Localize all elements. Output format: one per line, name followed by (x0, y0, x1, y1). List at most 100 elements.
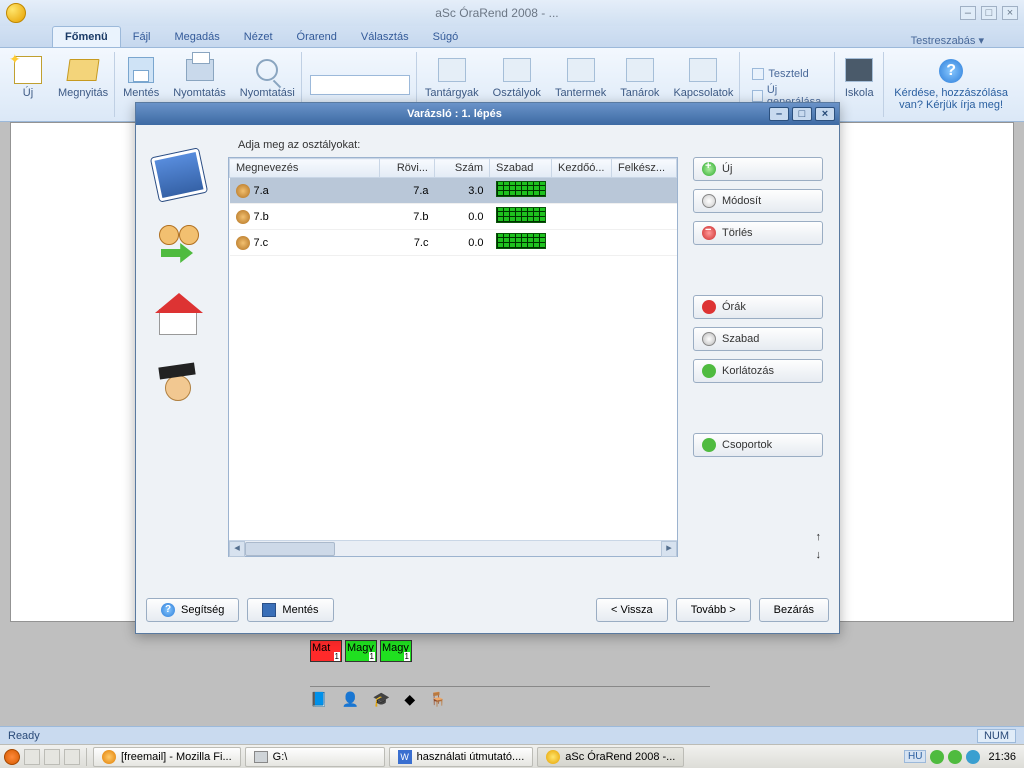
col-count[interactable]: Szám (435, 159, 490, 178)
tab-megadas[interactable]: Megadás (163, 27, 232, 47)
teachers-icon (626, 58, 654, 82)
taskbar-clock[interactable]: 21:36 (988, 751, 1016, 763)
delete-icon (702, 226, 716, 240)
add-icon (702, 162, 716, 176)
ribbon-combo-input[interactable] (310, 75, 410, 95)
ribbon-test[interactable]: Teszteld (748, 65, 812, 83)
close-dialog-button[interactable]: Bezárás (759, 598, 829, 622)
tab-sugo[interactable]: Súgó (421, 27, 471, 47)
free-grid-icon (496, 181, 546, 197)
status-bar: Ready NUM (0, 726, 1024, 744)
table-row[interactable]: 7.a 7.a 3.0 (230, 178, 677, 204)
ribbon-school[interactable]: Iskola (837, 52, 881, 117)
lesson-chip-magy-1[interactable]: Magy1 (345, 640, 377, 662)
ribbon-open[interactable]: Megnyitás (52, 52, 115, 117)
taskbar-task-asc[interactable]: aSc ÓraRend 2008 -... (537, 747, 684, 767)
col-prep[interactable]: Felkész... (612, 159, 677, 178)
modify-button[interactable]: Módosít (693, 189, 823, 213)
taskbar-task-drive[interactable]: G:\ (245, 747, 385, 767)
close-button[interactable]: × (1002, 6, 1018, 20)
lesson-strip-legend: 📘 👤 🎓 ◆ 🪑 (310, 686, 710, 708)
tab-fomenu[interactable]: Főmenü (52, 26, 121, 47)
dialog-close-button[interactable]: × (815, 107, 835, 121)
groups-button[interactable]: Csoportok (693, 433, 823, 457)
tray-icon[interactable] (930, 750, 944, 764)
lesson-chip-magy-2[interactable]: Magy1 (380, 640, 412, 662)
quicklaunch-icon[interactable] (24, 749, 40, 765)
save-button[interactable]: Mentés (247, 598, 333, 622)
legend-diamond-icon: ◆ (404, 691, 415, 708)
tab-valasztas[interactable]: Választás (349, 27, 421, 47)
ribbon-tabs: Főmenü Fájl Megadás Nézet Órarend Válasz… (0, 26, 1024, 48)
app-title: aSc ÓraRend 2008 - ... (36, 6, 958, 20)
tab-nezet[interactable]: Nézet (232, 27, 285, 47)
step-classes-icon[interactable] (155, 223, 203, 267)
table-row[interactable]: 7.b 7.b 0.0 (230, 204, 677, 230)
relations-icon (689, 58, 717, 82)
scroll-right-button[interactable]: ▸ (661, 541, 677, 557)
dialog-minimize-button[interactable]: – (769, 107, 789, 121)
status-text: Ready (8, 730, 40, 742)
word-icon: W (398, 750, 412, 764)
window-controls: – □ × (958, 6, 1018, 20)
step-subjects-icon[interactable] (151, 148, 207, 201)
step-rooms-icon[interactable] (155, 293, 203, 337)
class-icon (236, 236, 250, 250)
titlebar: aSc ÓraRend 2008 - ... – □ × (0, 0, 1024, 26)
scroll-track[interactable] (335, 541, 661, 556)
quicklaunch-icon[interactable] (44, 749, 60, 765)
lessons-button[interactable]: Órák (693, 295, 823, 319)
class-icon (236, 184, 250, 198)
tray-icon[interactable] (948, 750, 962, 764)
constraints-button[interactable]: Korlátozás (693, 359, 823, 383)
scroll-thumb[interactable] (245, 542, 335, 556)
tab-fajl[interactable]: Fájl (121, 27, 163, 47)
minimize-button[interactable]: – (960, 6, 976, 20)
help-icon: ? (939, 59, 963, 83)
delete-button[interactable]: Törlés (693, 221, 823, 245)
test-icon (752, 68, 764, 80)
print-preview-icon (256, 59, 278, 81)
lesson-chip-mat[interactable]: Mat1 (310, 640, 342, 662)
tab-orarend[interactable]: Órarend (285, 27, 349, 47)
dialog-titlebar[interactable]: Varázsló : 1. lépés – □ × (136, 103, 839, 125)
scroll-left-button[interactable]: ◂ (229, 541, 245, 557)
next-button[interactable]: Tovább > (676, 598, 751, 622)
dialog-side-buttons: Új Módosít Törlés Órák Szabad Korlátozás… (693, 157, 823, 457)
col-free[interactable]: Szabad (490, 159, 552, 178)
tray-icon[interactable] (966, 750, 980, 764)
quicklaunch-icon[interactable] (64, 749, 80, 765)
taskbar-task-word[interactable]: Whasználati útmutató.... (389, 747, 534, 767)
new-button[interactable]: Új (693, 157, 823, 181)
taskbar-task-firefox[interactable]: [freemail] - Mozilla Fi... (93, 747, 241, 767)
step-teachers-icon[interactable] (155, 363, 203, 407)
ribbon-help-panel[interactable]: ? Kérdése, hozzászólásavan? Kérjük írja … (883, 52, 1018, 117)
tab-testreszabas[interactable]: Testreszabás ▾ (911, 34, 984, 47)
help-button[interactable]: ?Segítség (146, 598, 239, 622)
move-up-button[interactable]: ↑ (816, 531, 822, 543)
os-taskbar: [freemail] - Mozilla Fi... G:\ Whasznála… (0, 744, 1024, 768)
table-row[interactable]: 7.c 7.c 0.0 (230, 230, 677, 256)
free-button[interactable]: Szabad (693, 327, 823, 351)
col-short[interactable]: Rövi... (380, 159, 435, 178)
maximize-button[interactable]: □ (981, 6, 997, 20)
classes-icon (503, 58, 531, 82)
new-file-icon (14, 56, 42, 84)
move-down-button[interactable]: ↓ (816, 549, 822, 561)
grid-hscroll[interactable]: ◂ ▸ (229, 540, 677, 556)
dialog-maximize-button[interactable]: □ (792, 107, 812, 121)
lesson-strip: Mat1 Magy1 Magy1 📘 👤 🎓 ◆ 🪑 (310, 640, 710, 704)
subjects-icon (438, 58, 466, 82)
back-button[interactable]: < Vissza (596, 598, 668, 622)
ribbon-new[interactable]: Új (6, 52, 50, 117)
col-start[interactable]: Kezdőó... (552, 159, 612, 178)
start-button[interactable] (4, 749, 20, 765)
status-numlock: NUM (977, 729, 1016, 743)
legend-person-icon: 👤 (341, 691, 358, 708)
constraint-icon (702, 364, 716, 378)
class-icon (236, 210, 250, 224)
app-orb-icon[interactable] (6, 3, 26, 23)
language-indicator[interactable]: HU (904, 750, 926, 763)
class-grid[interactable]: Megnevezés Rövi... Szám Szabad Kezdőó...… (228, 157, 678, 557)
col-name[interactable]: Megnevezés (230, 159, 380, 178)
